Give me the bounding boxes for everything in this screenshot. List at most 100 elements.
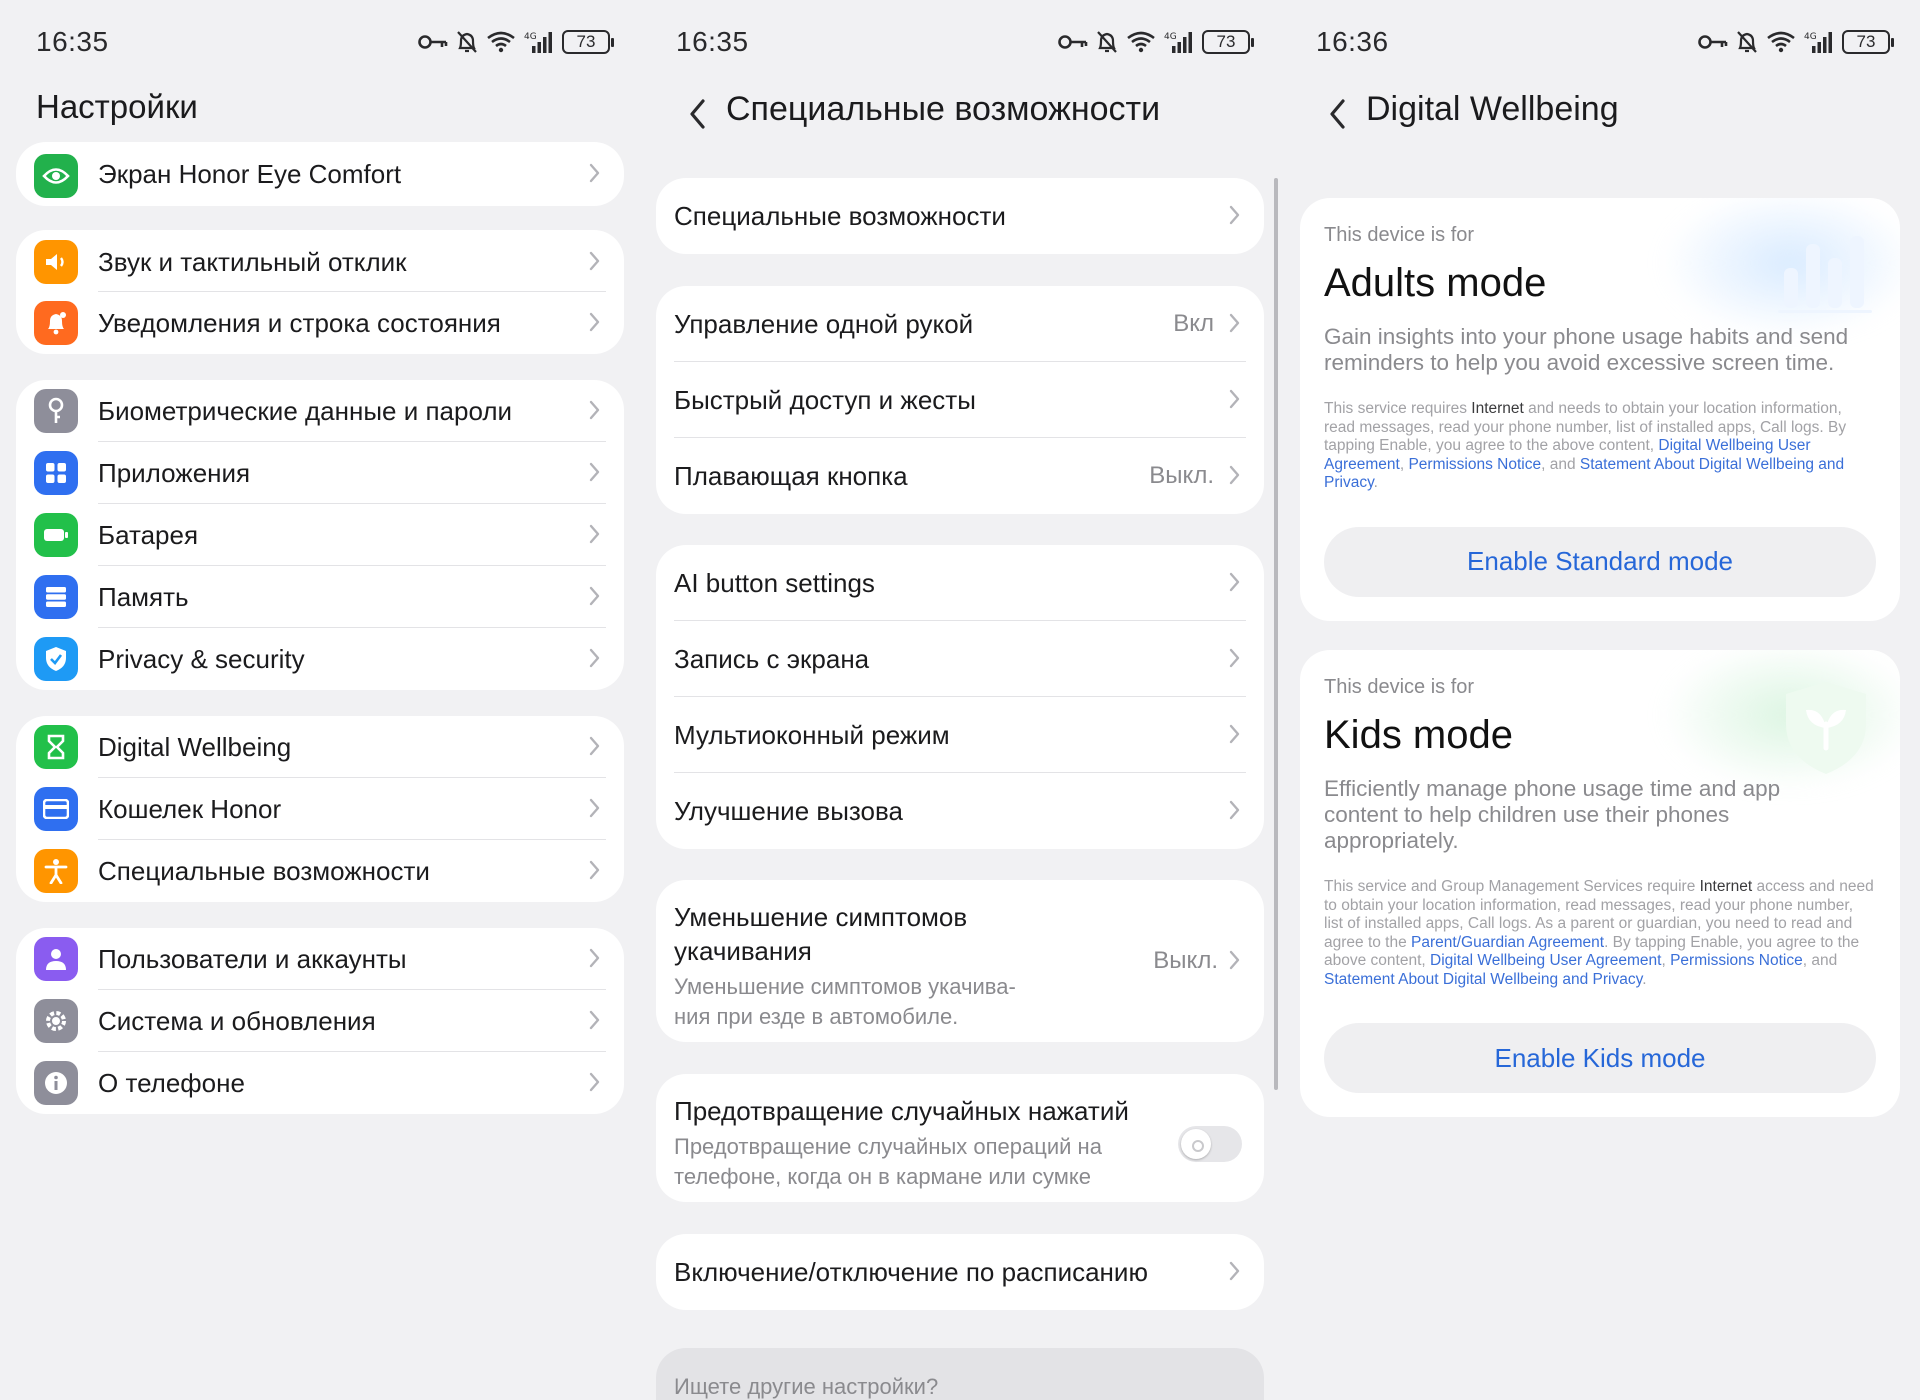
chevron-right-icon [589, 948, 600, 968]
settings-item-shortcuts-gestures[interactable]: Быстрый доступ и жесты [656, 362, 1264, 438]
chevron-right-icon [589, 251, 600, 271]
battery-icon [34, 513, 78, 557]
settings-item-sound[interactable]: Звук и тактильный отклик [16, 232, 624, 292]
status-bar: 16:35 4G 73 [36, 22, 614, 62]
settings-item-label: Специальные возможности [98, 855, 430, 886]
back-button[interactable] [1318, 92, 1358, 136]
accidental-touch-toggle[interactable] [1178, 1126, 1242, 1162]
settings-item-users[interactable]: Пользователи и аккаунты [16, 928, 624, 990]
settings-item-ai-button[interactable]: AI button settings [656, 545, 1264, 621]
chevron-right-icon [1229, 800, 1240, 820]
search-suggestion-card[interactable]: Ищете другие настройки? [656, 1348, 1264, 1400]
chevron-right-icon [1229, 1261, 1240, 1281]
settings-item-value: Выкл. [1149, 462, 1214, 489]
mode-card-description: Gain insights into your phone usage habi… [1324, 324, 1849, 375]
settings-item-one-hand[interactable]: Управление одной рукой Вкл [656, 286, 1264, 362]
kids-mode-card: This device is for Kids mode Efficiently… [1300, 650, 1900, 1117]
settings-item-accessibility[interactable]: Специальные возможности [16, 840, 624, 902]
signal-icon: 4G [1804, 32, 1832, 53]
chevron-right-icon [589, 462, 600, 482]
chevron-right-icon [589, 798, 600, 818]
settings-item-privacy[interactable]: Privacy & security [16, 628, 624, 690]
settings-item-label: Специальные возможности [674, 200, 1006, 231]
settings-item-label: Digital Wellbeing [98, 731, 292, 762]
enable-kids-mode-button[interactable]: Enable Kids mode [1324, 1023, 1876, 1093]
chevron-right-icon [1229, 313, 1240, 333]
settings-item-label: Система и обновления [98, 1005, 376, 1036]
chevron-left-icon [1330, 99, 1345, 129]
user-agreement-link[interactable]: Digital Wellbeing User Agreement [1430, 952, 1661, 969]
chevron-right-icon [589, 312, 600, 332]
settings-item-label: Уменьшение симптомов укачивания [674, 902, 968, 966]
settings-item-call-enhancement[interactable]: Улучшение вызова [656, 773, 1264, 849]
back-button[interactable] [678, 92, 718, 136]
vpn-key-icon [1058, 35, 1088, 49]
wifi-icon [1127, 31, 1155, 53]
search-suggestion-label: Ищете другие настройки? [674, 1374, 939, 1399]
battery-indicator: 73 [1842, 30, 1894, 54]
legal-text-part: . [1642, 970, 1647, 988]
battery-level: 73 [1856, 32, 1876, 51]
settings-item-label: О телефоне [98, 1067, 245, 1098]
settings-item-label: Управление одной рукой [674, 308, 974, 339]
accessibility-panel: 16:35 4G 73 Специальные возможности Спец… [640, 0, 1280, 1400]
settings-item-label: AI button settings [674, 567, 875, 598]
status-bar: 16:35 4G 73 [676, 22, 1254, 62]
settings-item-digital-wellbeing[interactable]: Digital Wellbeing [16, 716, 624, 778]
settings-item-label: Экран Honor Eye Comfort [98, 158, 402, 189]
settings-item-floating-button[interactable]: Плавающая кнопка Выкл. [656, 438, 1264, 514]
settings-item-storage[interactable]: Память [16, 566, 624, 628]
settings-item-description: Предотвращение случайных операций на тел… [674, 1134, 1102, 1189]
settings-group: Специальные возможности [656, 178, 1264, 254]
settings-item-screen-recording[interactable]: Запись с экрана [656, 621, 1264, 697]
adults-mode-card: This device is for Adults mode Gain insi… [1300, 198, 1900, 621]
mode-card-caption: This device is for [1324, 224, 1475, 246]
sound-icon [34, 240, 78, 284]
bell-icon [34, 301, 78, 345]
chevron-right-icon [1229, 572, 1240, 592]
svg-text:4G: 4G [1804, 32, 1817, 42]
settings-item-label: Предотвращение случайных нажатий [674, 1096, 1129, 1126]
status-bar: 16:36 4G 73 [1316, 22, 1894, 62]
settings-item-value: Вкл [1173, 310, 1214, 337]
settings-item-motion-sickness[interactable]: Уменьшение симптомов укачивания Уменьшен… [656, 880, 1264, 1042]
permissions-notice-link[interactable]: Permissions Notice [1408, 456, 1541, 473]
settings-item-label: Улучшение вызова [674, 795, 903, 826]
battery-indicator: 73 [562, 30, 614, 54]
settings-item-notifications[interactable]: Уведомления и строка состояния [16, 292, 624, 354]
storage-icon [34, 575, 78, 619]
settings-item-wallet[interactable]: Кошелек Honor [16, 778, 624, 840]
battery-level: 73 [576, 32, 596, 51]
settings-item-scheduled-power[interactable]: Включение/отключение по расписанию [656, 1234, 1264, 1310]
scrollbar[interactable] [1274, 178, 1278, 1090]
settings-item-accidental-touch: Предотвращение случайных нажатий Предотв… [656, 1074, 1264, 1202]
settings-item-biometrics[interactable]: Биометрические данные и пароли [16, 380, 624, 442]
chevron-right-icon [589, 860, 600, 880]
chevron-right-icon [1229, 205, 1240, 225]
legal-text-part: , [1661, 952, 1671, 969]
permissions-notice-link[interactable]: Permissions Notice [1670, 952, 1803, 969]
privacy-statement-link[interactable]: Statement About Digital Wellbeing and Pr… [1324, 971, 1642, 988]
settings-group: AI button settings Запись с экрана Мульт… [656, 545, 1264, 849]
enable-standard-mode-button[interactable]: Enable Standard mode [1324, 526, 1876, 597]
settings-item-accessibility-features[interactable]: Специальные возможности [656, 178, 1264, 254]
settings-item-apps[interactable]: Приложения [16, 442, 624, 504]
settings-group: Управление одной рукой Вкл Быстрый досту… [656, 286, 1264, 514]
settings-item-label: Пользователи и аккаунты [98, 943, 407, 974]
chevron-right-icon [1229, 648, 1240, 668]
settings-item-system[interactable]: Система и обновления [16, 990, 624, 1052]
chevron-right-icon [1229, 724, 1240, 744]
status-time: 16:35 [36, 26, 109, 57]
chevron-right-icon [589, 586, 600, 606]
settings-item-about[interactable]: О телефоне [16, 1052, 624, 1114]
chevron-right-icon [589, 400, 600, 420]
vpn-key-icon [418, 35, 448, 49]
settings-item-battery[interactable]: Батарея [16, 504, 624, 566]
parent-agreement-link[interactable]: Parent/Guardian Agreement [1411, 934, 1604, 951]
settings-item-multi-window[interactable]: Мультиоконный режим [656, 697, 1264, 773]
chevron-right-icon [589, 1072, 600, 1092]
settings-item-eye-comfort[interactable]: Экран Honor Eye Comfort [16, 142, 624, 206]
settings-item-label: Кошелек Honor [98, 793, 282, 824]
legal-text-part: . [1373, 474, 1378, 491]
settings-item-label: Плавающая кнопка [674, 460, 908, 491]
